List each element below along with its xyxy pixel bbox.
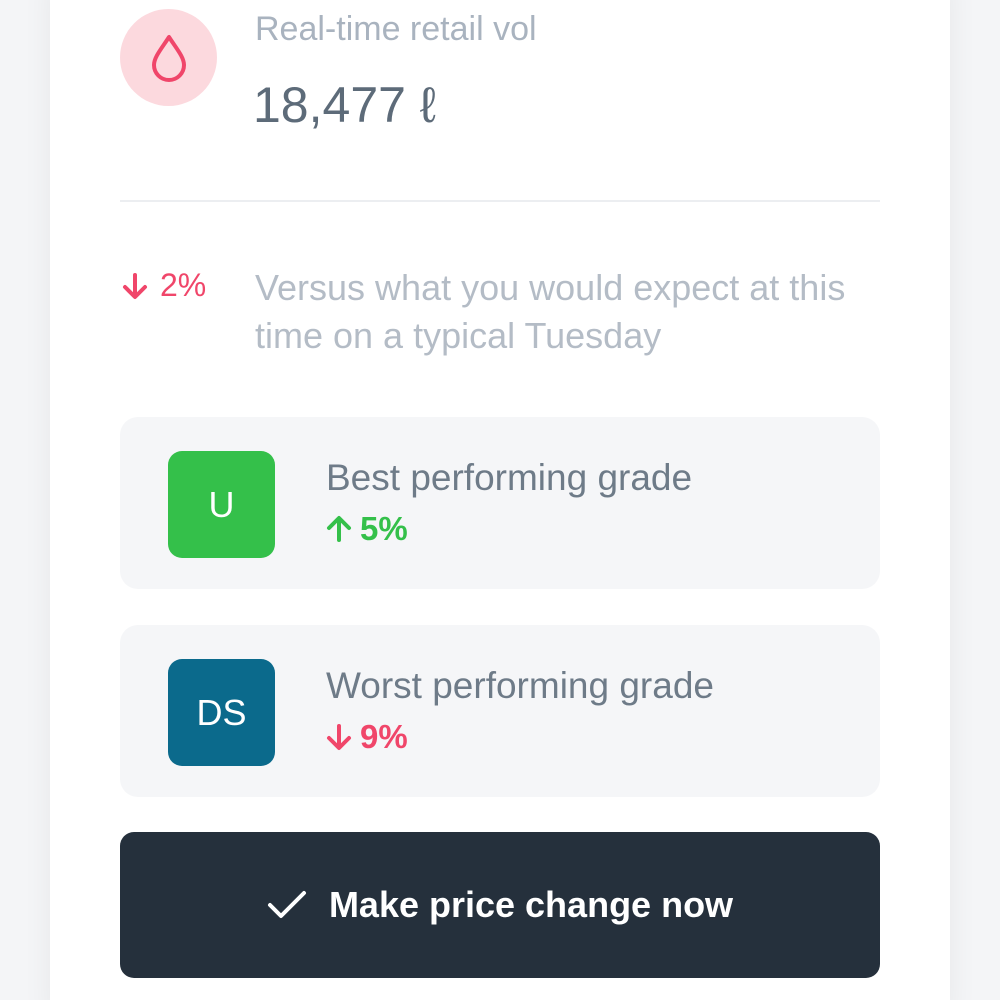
grade-delta: 9% <box>324 718 408 756</box>
grade-badge: U <box>168 451 275 558</box>
metric-icon-circle <box>120 9 217 106</box>
droplet-icon <box>151 34 186 82</box>
checkmark-icon <box>267 891 306 918</box>
best-grade-card[interactable]: U Best performing grade 5% <box>120 417 880 589</box>
comparison-delta-value: 2% <box>160 267 207 303</box>
comparison-delta: 2% <box>120 267 206 304</box>
metric-value: 18,477 ℓ <box>253 77 436 133</box>
grade-delta-value: 9% <box>360 718 408 755</box>
metric-label: Real-time retail vol <box>255 10 537 48</box>
grade-title: Worst performing grade <box>326 665 714 706</box>
grade-delta: 5% <box>324 510 408 548</box>
grade-badge: DS <box>168 659 275 766</box>
divider <box>120 200 880 202</box>
arrow-down-icon <box>327 724 351 750</box>
grade-title: Best performing grade <box>326 457 693 498</box>
make-price-change-button[interactable]: Make price change now <box>120 832 880 978</box>
arrow-up-icon <box>327 516 351 542</box>
comparison-text: Versus what you would expect at this tim… <box>255 267 846 356</box>
grade-delta-value: 5% <box>360 510 408 547</box>
worst-grade-card[interactable]: DS Worst performing grade 9% <box>120 625 880 797</box>
make-price-change-label: Make price change now <box>328 884 734 925</box>
arrow-down-icon <box>123 272 147 299</box>
